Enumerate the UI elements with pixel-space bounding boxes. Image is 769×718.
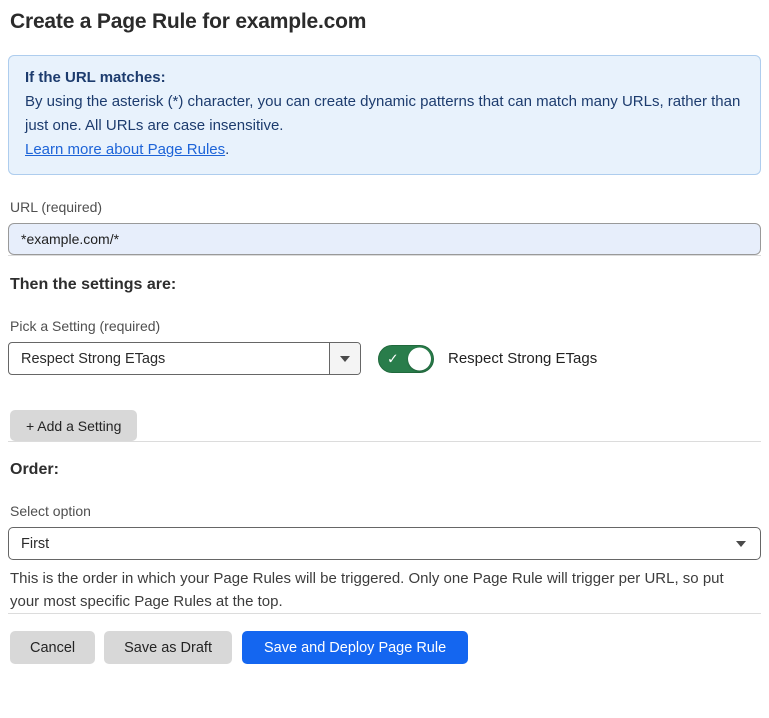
check-icon: ✓ xyxy=(387,351,399,365)
order-heading: Order: xyxy=(8,461,761,479)
pick-setting-label: Pick a Setting (required) xyxy=(8,318,761,334)
order-select[interactable]: First xyxy=(8,527,761,560)
order-select-value: First xyxy=(21,536,736,552)
url-match-info-box: If the URL matches: By using the asteris… xyxy=(8,55,761,175)
setting-select-value: Respect Strong ETags xyxy=(9,343,329,374)
page-title: Create a Page Rule for example.com xyxy=(8,10,761,34)
url-label: URL (required) xyxy=(8,199,761,215)
order-help-text: This is the order in which your Page Rul… xyxy=(8,567,753,613)
learn-more-link[interactable]: Learn more about Page Rules xyxy=(25,141,225,158)
divider xyxy=(8,255,761,256)
order-select-label: Select option xyxy=(8,503,761,519)
dropdown-arrow-icon xyxy=(340,356,350,362)
footer-actions: Cancel Save as Draft Save and Deploy Pag… xyxy=(8,631,761,664)
page-rule-form: Create a Page Rule for example.com If th… xyxy=(0,0,769,664)
link-period: . xyxy=(225,141,229,158)
info-box-heading: If the URL matches: xyxy=(25,66,744,90)
info-box-body: By using the asterisk (*) character, you… xyxy=(25,90,744,138)
setting-select-arrow-button[interactable] xyxy=(329,343,360,374)
divider xyxy=(8,613,761,614)
cancel-button[interactable]: Cancel xyxy=(10,631,95,664)
setting-select[interactable]: Respect Strong ETags xyxy=(8,342,361,375)
add-setting-button[interactable]: + Add a Setting xyxy=(10,410,137,441)
respect-strong-etags-toggle[interactable]: ✓ xyxy=(378,345,434,373)
settings-heading: Then the settings are: xyxy=(8,276,761,294)
toggle-label: Respect Strong ETags xyxy=(448,350,597,367)
url-input[interactable] xyxy=(8,223,761,255)
dropdown-arrow-icon xyxy=(736,541,746,547)
divider xyxy=(8,441,761,442)
save-draft-button[interactable]: Save as Draft xyxy=(104,631,232,664)
toggle-knob xyxy=(408,347,431,370)
info-box-link-line: Learn more about Page Rules. xyxy=(25,138,744,162)
setting-row: Respect Strong ETags ✓ Respect Strong ET… xyxy=(8,342,761,375)
save-deploy-button[interactable]: Save and Deploy Page Rule xyxy=(242,631,468,664)
